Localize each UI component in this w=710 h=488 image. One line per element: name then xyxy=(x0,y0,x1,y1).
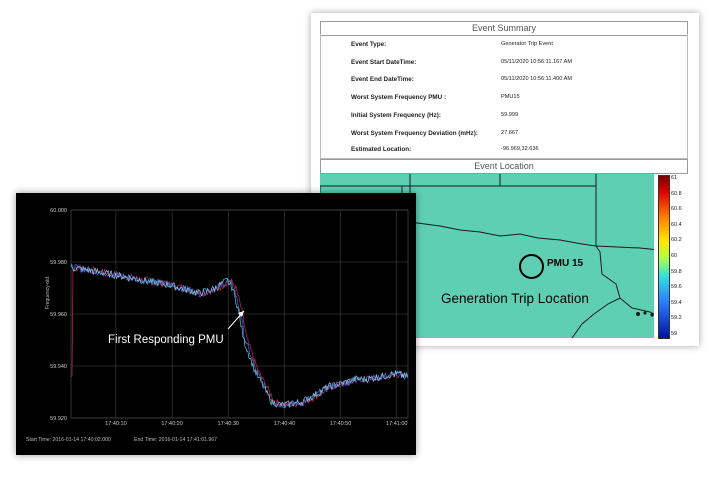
x-tick-label: 17:41:00 xyxy=(386,421,407,427)
y-tick-label: 59.960 xyxy=(50,312,67,318)
colorbar-tick-label: 61 xyxy=(671,175,678,181)
summary-row: Worst System Frequency Deviation (mHz): … xyxy=(321,130,687,142)
x-tick-label: 17:40:30 xyxy=(218,421,239,427)
summary-value: PMU15 xyxy=(501,94,520,100)
x-tick-label: 17:40:20 xyxy=(161,421,182,427)
summary-row: Event Start DateTime: 05/11/2020 10:56:1… xyxy=(321,59,687,71)
summary-label: Event Type: xyxy=(351,41,387,48)
summary-value: 05/11/2020 10:56:11.400 AM xyxy=(501,76,573,82)
x-tick-labels: 17:40:10 17:40:20 17:40:30 17:40:40 17:40:50… xyxy=(105,421,407,427)
summary-label: Worst System Frequency PMU : xyxy=(351,94,447,101)
frequency-chart-panel: 60.000 59.980 59.960 59.940 59.920 17:40:10 1… xyxy=(16,193,416,455)
summary-label: Worst System Frequency Deviation (mHz): xyxy=(351,130,478,137)
x-tick-label: 17:40:10 xyxy=(105,421,126,427)
summary-value: 27.667 xyxy=(501,130,519,136)
pmu-label: PMU 15 xyxy=(547,258,584,269)
end-time-label: End Time: 2016-01-14 17:41:01.967 xyxy=(134,437,218,443)
trip-location-label: Generation Trip Location xyxy=(441,291,589,306)
summary-label: Estimated Location: xyxy=(351,146,412,153)
first-responding-annotation: First Responding PMU xyxy=(108,334,224,346)
colorbar-tick-label: 59.2 xyxy=(671,315,682,322)
summary-row: Initial System Frequency (Hz): 59.999 xyxy=(321,112,687,124)
colorbar-tick-label: 60.4 xyxy=(671,221,682,228)
colorbar-tick-label: 60.8 xyxy=(671,190,682,197)
summary-value: Generator Trip Event xyxy=(501,41,553,47)
summary-row: Event End DateTime: 05/11/2020 10:56:11.… xyxy=(321,76,687,88)
summary-label: Event End DateTime: xyxy=(351,76,414,83)
summary-value: 05/11/2020 10:56:11.167 AM xyxy=(501,59,573,65)
colorbar-tick-label: 60.6 xyxy=(671,206,682,213)
summary-value: -96.969,32.636 xyxy=(501,146,539,152)
event-location-title: Event Location xyxy=(320,159,688,174)
frequency-colorbar: 61 60.8 60.6 60.4 60.2 60 59.8 59.6 59.4 59.2 59 xyxy=(654,174,686,339)
y-tick-labels: 60.000 59.980 59.960 59.940 59.920 xyxy=(50,208,67,422)
y-tick-label: 59.980 xyxy=(50,260,67,266)
colorbar-tick-label: 59.6 xyxy=(671,284,682,291)
colorbar-tick-label: 59.4 xyxy=(671,299,682,306)
y-tick-label: 59.920 xyxy=(50,416,67,422)
event-summary-table: Event Type: Generator Trip Event Event S… xyxy=(320,34,688,159)
start-time-label: Start Time: 2016-01-14 17:40:02.000 xyxy=(26,437,111,443)
summary-row: Event Type: Generator Trip Event xyxy=(321,41,687,53)
colorbar-tick-label: 59.8 xyxy=(671,268,682,275)
summary-value: 59.999 xyxy=(501,112,519,118)
y-tick-label: 60.000 xyxy=(50,208,67,214)
summary-row: Estimated Location: -96.969,32.636 xyxy=(321,146,687,158)
colorbar-tick-label: 60.2 xyxy=(671,237,682,244)
x-tick-label: 17:40:50 xyxy=(330,421,351,427)
x-tick-label: 17:40:40 xyxy=(274,421,295,427)
colorbar-tick-label: 60 xyxy=(671,253,678,259)
frequency-chart[interactable]: 60.00059.98059.96059.94059.920 17:40:10 1… xyxy=(16,193,416,455)
summary-label: Event Start DateTime: xyxy=(351,59,417,66)
colorbar-tick-label: 59 xyxy=(671,331,678,337)
y-axis-label: Frequency-old xyxy=(45,277,51,309)
y-tick-label: 59.940 xyxy=(50,364,67,370)
summary-label: Initial System Frequency (Hz): xyxy=(351,112,441,119)
colorbar-gradient xyxy=(658,175,670,339)
pmu-marker-icon[interactable] xyxy=(519,254,544,279)
summary-row: Worst System Frequency PMU : PMU15 xyxy=(321,94,687,106)
